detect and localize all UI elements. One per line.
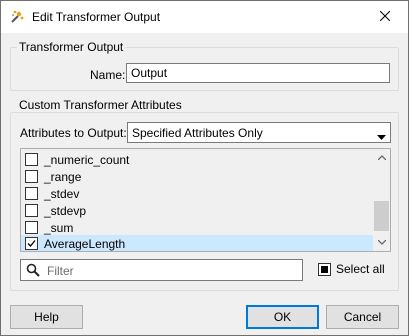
filter-input[interactable]: Filter [20, 259, 303, 281]
list-item-label: _range [44, 169, 82, 184]
search-icon [26, 263, 40, 280]
chevron-up-icon [377, 155, 386, 160]
help-button[interactable]: Help [10, 305, 83, 329]
scrollbar-thumb[interactable] [374, 201, 389, 231]
indeterminate-mark-icon [321, 265, 328, 273]
list-item-label: _sum [44, 220, 74, 235]
name-label: Name: [90, 68, 126, 82]
ok-button[interactable]: OK [246, 305, 319, 329]
select-all-checkbox[interactable]: Select all [318, 262, 385, 276]
list-item[interactable]: _stdevp [21, 202, 374, 219]
transformer-output-group-label: Transformer Output [17, 40, 126, 54]
name-field-value: Output [131, 66, 168, 80]
transformer-wand-icon [9, 9, 25, 25]
cancel-button-label: Cancel [343, 310, 382, 324]
list-item-label: _stdev [44, 186, 80, 201]
help-button-label: Help [34, 310, 59, 324]
close-button[interactable] [362, 1, 408, 32]
attributes-to-output-value: Specified Attributes Only [132, 126, 263, 140]
attributes-to-output-label: Attributes to Output: [20, 126, 127, 140]
checkmark-icon [27, 240, 36, 247]
attributes-to-output-dropdown[interactable]: Specified Attributes Only [127, 122, 391, 143]
close-icon [379, 10, 391, 24]
list-item[interactable]: _numeric_count [21, 151, 374, 168]
attribute-checkbox[interactable] [25, 204, 38, 217]
window-title: Edit Transformer Output [32, 10, 161, 24]
chevron-down-icon [377, 130, 386, 144]
list-item[interactable]: _stdev [21, 185, 374, 202]
select-all-indeterminate-box[interactable] [318, 262, 331, 276]
select-all-label: Select all [336, 262, 385, 276]
vertical-scrollbar[interactable] [373, 149, 390, 251]
list-item-label: AverageLength [44, 236, 126, 251]
attribute-checkbox[interactable] [25, 221, 38, 234]
attribute-checkbox[interactable] [25, 153, 38, 166]
title-bar: Edit Transformer Output [1, 1, 408, 33]
list-item[interactable]: _range [21, 168, 374, 185]
attributes-list-viewport: _numeric_count _range _stdev _stdevp _su… [21, 149, 374, 251]
attributes-list[interactable]: _numeric_count _range _stdev _stdevp _su… [20, 148, 391, 252]
name-field[interactable]: Output [126, 63, 390, 83]
filter-placeholder: Filter [47, 264, 74, 278]
attribute-checkbox[interactable] [25, 187, 38, 200]
ok-button-label: OK [273, 310, 292, 324]
cancel-button[interactable]: Cancel [326, 305, 399, 329]
scroll-down-button[interactable] [373, 234, 390, 251]
scroll-up-button[interactable] [373, 149, 390, 166]
custom-attributes-group-label: Custom Transformer Attributes [17, 98, 184, 112]
list-item-label: _numeric_count [44, 152, 130, 167]
dialog-window: Edit Transformer Output Transformer Outp… [0, 0, 409, 336]
list-item[interactable]: _sum [21, 219, 374, 236]
attribute-checkbox[interactable] [25, 170, 38, 183]
list-item-selected[interactable]: AverageLength [21, 235, 374, 251]
chevron-down-icon [377, 240, 386, 245]
attribute-checkbox-checked[interactable] [25, 237, 38, 250]
list-item-label: _stdevp [44, 203, 87, 218]
